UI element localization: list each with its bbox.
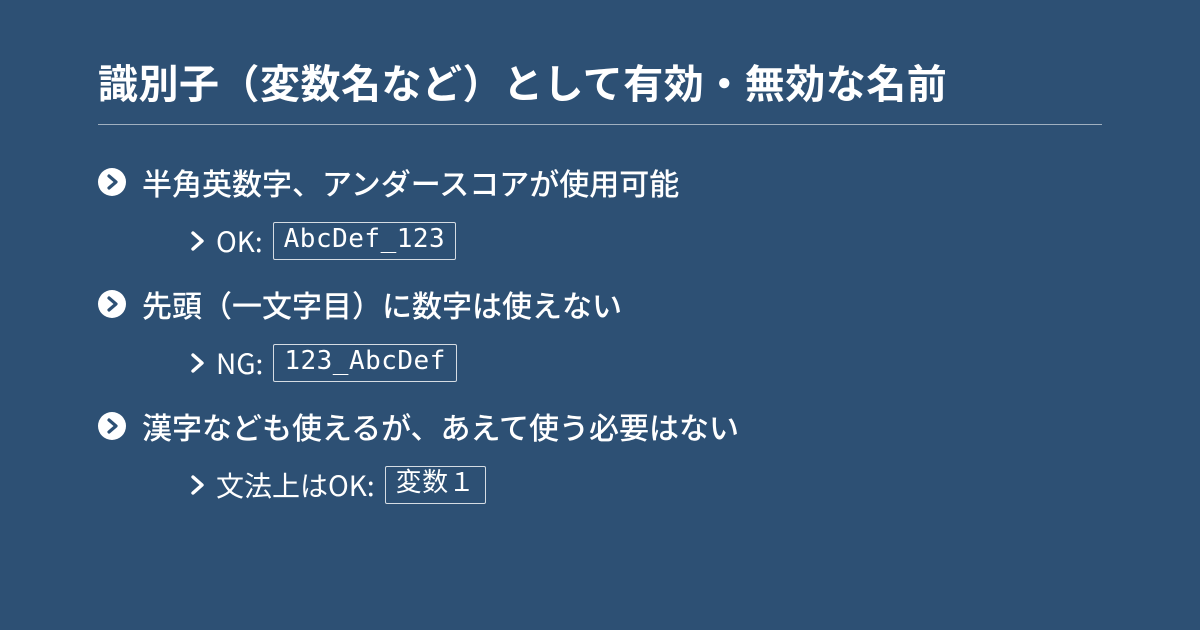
sub-label: NG: (216, 343, 263, 383)
list-item-text: 半角英数字、アンダースコアが使用可能 (142, 161, 679, 203)
list-item-main: 半角英数字、アンダースコアが使用可能 (98, 161, 1102, 203)
list-item-text: 先頭（一文字目）に数字は使えない (142, 283, 622, 325)
list-item-sub: OK: AbcDef_123 (190, 221, 1102, 261)
list-item-text: 漢字なども使えるが、あえて使う必要はない (142, 405, 739, 447)
chevron-right-icon (190, 353, 206, 373)
chevron-right-icon (190, 231, 206, 251)
sub-label: OK: (216, 221, 263, 261)
list-item-sub: 文法上はOK: 変数１ (190, 465, 1102, 505)
slide-title: 識別子（変数名など）として有効・無効な名前 (98, 52, 1102, 125)
list-item: 漢字なども使えるが、あえて使う必要はない 文法上はOK: 変数１ (98, 405, 1102, 505)
list-item-sub: NG: 123_AbcDef (190, 343, 1102, 383)
list-item-main: 漢字なども使えるが、あえて使う必要はない (98, 405, 1102, 447)
sub-label: 文法上はOK: (216, 465, 375, 505)
list-item: 半角英数字、アンダースコアが使用可能 OK: AbcDef_123 (98, 161, 1102, 261)
bullet-icon (98, 168, 126, 196)
code-example: AbcDef_123 (273, 222, 457, 260)
code-example: 変数１ (385, 466, 487, 504)
chevron-right-icon (190, 475, 206, 495)
slide-body: 半角英数字、アンダースコアが使用可能 OK: AbcDef_123 先頭（一文字… (98, 161, 1102, 505)
list-item-main: 先頭（一文字目）に数字は使えない (98, 283, 1102, 325)
bullet-icon (98, 412, 126, 440)
code-example: 123_AbcDef (273, 344, 457, 382)
list-item: 先頭（一文字目）に数字は使えない NG: 123_AbcDef (98, 283, 1102, 383)
bullet-icon (98, 290, 126, 318)
